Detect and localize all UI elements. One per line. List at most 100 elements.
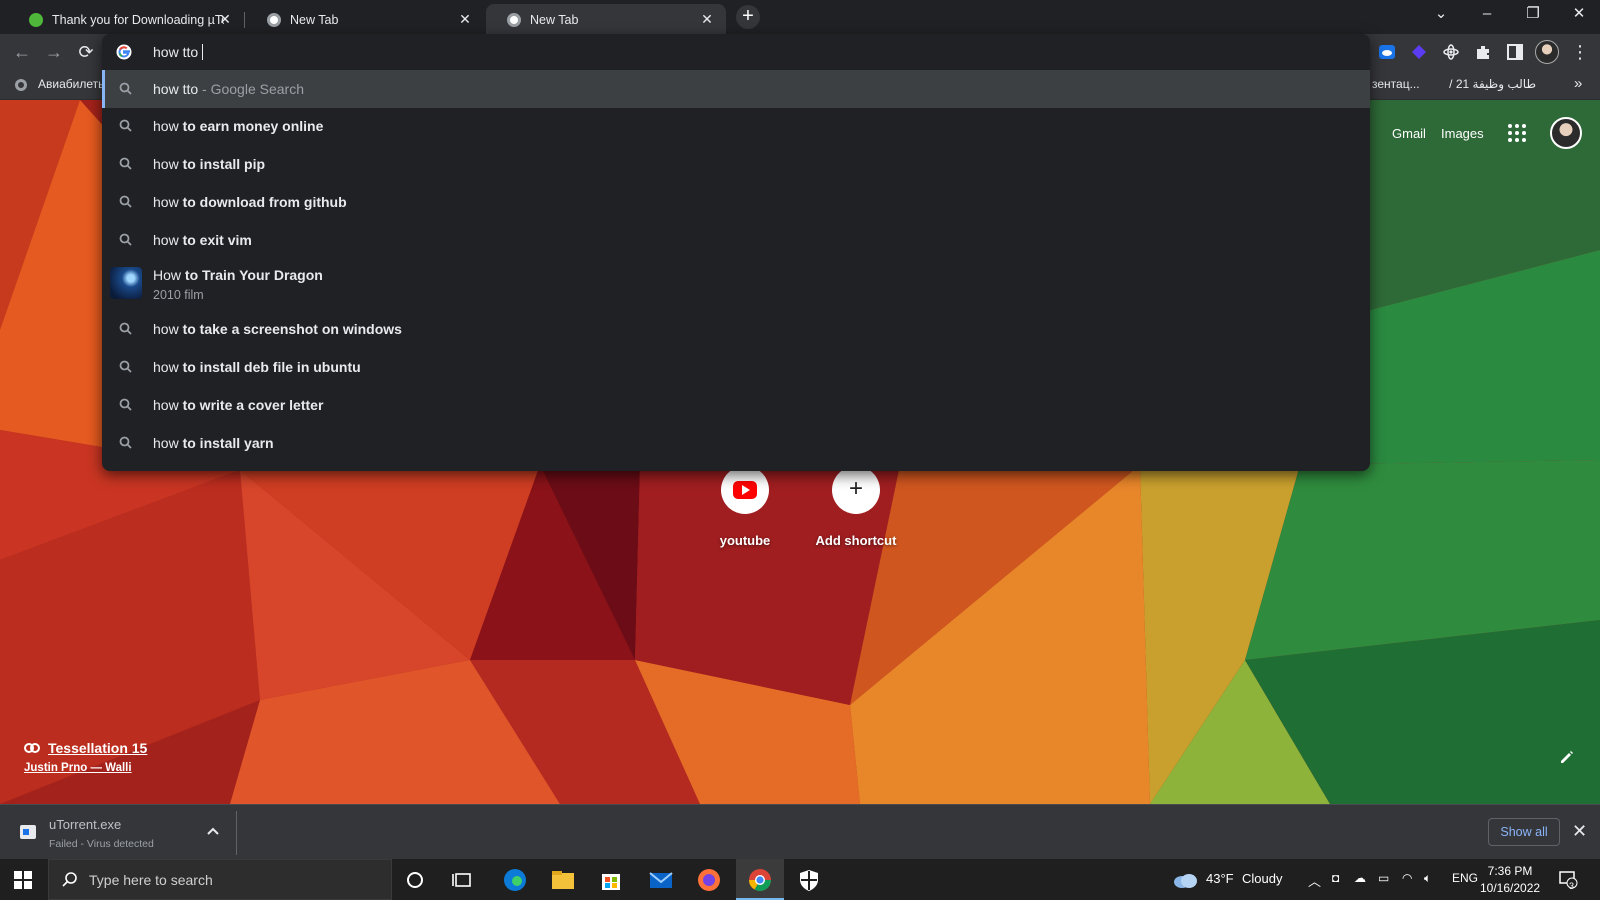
images-link[interactable]: Images xyxy=(1441,126,1484,141)
customize-pencil-icon[interactable] xyxy=(1558,748,1576,766)
cloud-extension-icon[interactable] xyxy=(1378,43,1396,61)
google-apps-icon[interactable] xyxy=(1508,124,1526,142)
download-filename: uTorrent.exe xyxy=(49,817,122,832)
suggestion-row[interactable]: how to install pip xyxy=(102,145,1370,183)
youtube-icon xyxy=(733,481,757,499)
chevron-up-icon[interactable]: ︿ xyxy=(1308,871,1321,890)
edge-icon[interactable] xyxy=(500,865,530,895)
tab-title: Thank you for Downloading µTorrent xyxy=(52,13,224,27)
close-icon[interactable]: ✕ xyxy=(216,10,234,28)
notifications-icon[interactable] xyxy=(1558,869,1578,889)
attribution-title[interactable]: Tessellation 15 xyxy=(48,740,147,756)
close-icon[interactable]: ✕ xyxy=(1572,821,1587,842)
wifi-icon[interactable]: ◠ xyxy=(1402,871,1412,885)
bookmarks-overflow-icon[interactable]: » xyxy=(1574,75,1582,92)
download-status: Failed - Virus detected xyxy=(49,838,154,850)
search-icon xyxy=(119,360,132,373)
bookmark-aviabilety[interactable]: Авиабилеты xyxy=(38,77,107,91)
cortana-icon[interactable] xyxy=(400,865,430,895)
shortcut-youtube[interactable]: youtube xyxy=(695,466,795,548)
meet-now-icon[interactable]: ◘ xyxy=(1332,871,1339,885)
atom-extension-icon[interactable] xyxy=(1442,43,1460,61)
suggestion-row[interactable]: how to take a screenshot on windows xyxy=(102,310,1370,348)
shortcut-add[interactable]: + Add shortcut xyxy=(806,466,906,548)
download-item[interactable]: uTorrent.exe Failed - Virus detected xyxy=(0,805,236,859)
suggestion-row[interactable]: how to write a cover letter xyxy=(102,386,1370,424)
firefox-icon[interactable] xyxy=(694,865,724,895)
suggestion-entity-movie[interactable]: How to Train Your Dragon 2010 film xyxy=(102,259,1370,307)
mail-icon[interactable] xyxy=(646,865,676,895)
diamond-extension-icon[interactable] xyxy=(1410,43,1428,61)
security-shield-icon[interactable] xyxy=(794,865,824,895)
account-avatar[interactable] xyxy=(1550,117,1582,149)
microsoft-store-icon[interactable] xyxy=(596,865,626,895)
suggestion-row[interactable]: how to earn money online xyxy=(102,107,1370,145)
weather-temp[interactable]: 43°F xyxy=(1206,871,1234,886)
windows-start-icon[interactable] xyxy=(14,871,32,889)
link-icon xyxy=(24,743,40,753)
file-explorer-icon[interactable] xyxy=(548,865,578,895)
search-icon xyxy=(119,157,132,170)
chrome-menu-icon[interactable]: ⋮ xyxy=(1566,38,1594,66)
suggestion-row[interactable]: how to download from github xyxy=(102,183,1370,221)
weather-desc[interactable]: Cloudy xyxy=(1242,871,1282,886)
forward-button[interactable]: → xyxy=(40,38,68,66)
close-icon[interactable]: ✕ xyxy=(456,10,474,28)
task-view-icon[interactable] xyxy=(448,865,478,895)
clock-date: 10/16/2022 xyxy=(1480,881,1541,895)
tab-new-tab-active[interactable]: New Tab ✕ xyxy=(486,4,726,34)
suggestion-row[interactable]: how to install deb file in ubuntu xyxy=(102,348,1370,386)
tab-separator xyxy=(244,12,245,28)
suggestion-row[interactable]: how to install yarn xyxy=(102,424,1370,462)
side-panel-icon[interactable] xyxy=(1506,43,1524,61)
suggestion-text: how to take a screenshot on windows xyxy=(153,321,402,337)
cloudy-weather-icon xyxy=(1174,874,1197,888)
taskbar-search-box[interactable]: Type here to search xyxy=(48,859,392,900)
chevron-up-icon[interactable] xyxy=(205,823,221,839)
bookmark-partial[interactable]: зентац... xyxy=(1372,77,1420,91)
show-all-button[interactable]: Show all xyxy=(1488,818,1560,846)
suggestion-text: how to exit vim xyxy=(153,232,252,248)
address-bar[interactable]: how tto xyxy=(102,34,1370,70)
tab-title: New Tab xyxy=(530,13,579,27)
close-window-button[interactable]: ✕ xyxy=(1556,0,1600,30)
volume-icon[interactable]: 🔈︎ xyxy=(1424,871,1431,886)
new-tab-button[interactable]: + xyxy=(736,5,760,29)
shortcut-tile xyxy=(721,466,769,514)
tab-search-chevron-icon[interactable]: ⌄ xyxy=(1418,0,1464,30)
restore-button[interactable]: ❐ xyxy=(1510,0,1556,30)
suggestion-text: how to write a cover letter xyxy=(153,397,324,413)
search-icon xyxy=(119,233,132,246)
close-icon[interactable]: ✕ xyxy=(698,10,716,28)
tab-strip: Thank you for Downloading µTorrent ✕ New… xyxy=(0,0,1600,34)
suggestion-text: how to install yarn xyxy=(153,435,274,451)
suggestion-row[interactable]: how to exit vim xyxy=(102,221,1370,259)
utorrent-icon xyxy=(29,13,43,27)
plus-icon: + xyxy=(848,475,863,502)
tab-new-tab-1[interactable]: New Tab ✕ xyxy=(246,4,484,34)
extensions-puzzle-icon[interactable] xyxy=(1474,43,1492,61)
language-indicator[interactable]: ENG xyxy=(1452,871,1478,885)
search-icon xyxy=(119,322,132,335)
entity-subtitle: 2010 film xyxy=(153,288,204,302)
gmail-link[interactable]: Gmail xyxy=(1392,126,1426,141)
back-button[interactable]: ← xyxy=(8,38,36,66)
battery-icon[interactable]: ▭ xyxy=(1378,871,1389,885)
profile-avatar[interactable] xyxy=(1535,40,1559,64)
shortcut-label: Add shortcut xyxy=(815,533,897,548)
suggestion-text: how tto - Google Search xyxy=(153,81,304,97)
onedrive-warning-icon[interactable]: ☁ xyxy=(1354,871,1366,885)
chrome-taskbar-icon[interactable] xyxy=(745,865,775,895)
attribution-author[interactable]: Justin Prno — Walli xyxy=(24,762,147,774)
reload-button[interactable]: ⟳ xyxy=(72,38,100,66)
suggestion-search-query[interactable]: how tto - Google Search xyxy=(102,70,1370,108)
bookmark-arabic[interactable]: طالب وظيفة 21 / xyxy=(1436,77,1536,91)
windows-taskbar: Type here to search 43°F Cloudy ︿ ◘ ☁ ▭ … xyxy=(0,859,1600,900)
entity-title: How to Train Your Dragon xyxy=(153,267,323,283)
shortcut-tile: + xyxy=(832,466,880,514)
omnibox-input[interactable]: how tto xyxy=(153,44,204,60)
clock[interactable]: 7:36 PM 10/16/2022 xyxy=(1480,863,1540,897)
minimize-button[interactable]: – xyxy=(1464,0,1510,30)
chrome-icon xyxy=(267,13,281,27)
tab-utorrent[interactable]: Thank you for Downloading µTorrent ✕ xyxy=(8,4,244,34)
